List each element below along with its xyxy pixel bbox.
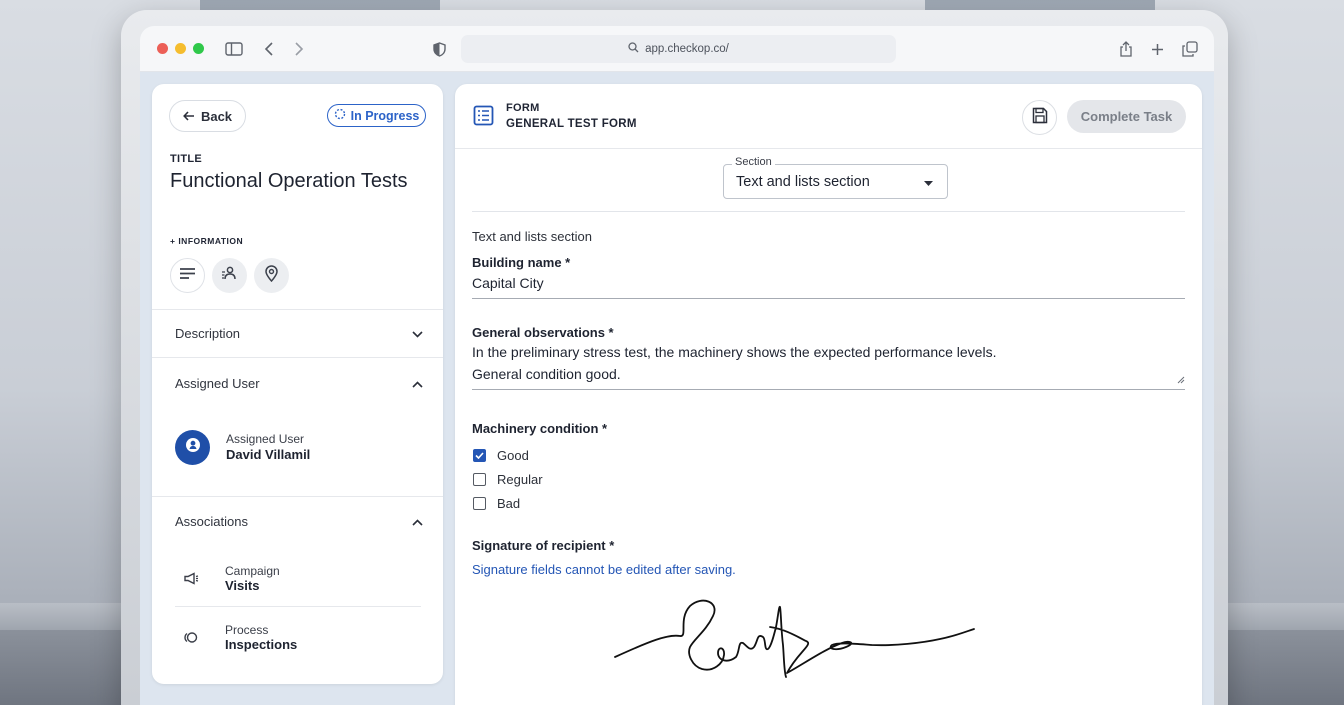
browser-toolbar: app.checkop.co/ [140, 26, 1214, 72]
associations-header: Associations [175, 514, 248, 529]
resize-handle-icon[interactable] [1177, 371, 1185, 389]
info-location-button[interactable] [254, 258, 289, 293]
lines-icon [179, 267, 196, 285]
building-name-underline [472, 298, 1185, 299]
form-panel: FORM GENERAL TEST FORM Complete Task Tex… [455, 84, 1202, 705]
chevron-down-icon [412, 326, 423, 341]
form-kind-label: FORM [506, 102, 540, 114]
associations-accordion[interactable]: Associations [175, 514, 423, 529]
checkbox[interactable] [473, 497, 486, 510]
browser-window: app.checkop.co/ Back In Progress TITLE F… [140, 26, 1214, 705]
chevron-up-icon [412, 376, 423, 391]
privacy-shield-icon[interactable] [428, 38, 450, 60]
form-icon [473, 105, 494, 131]
assigned-user-accordion[interactable]: Assigned User [175, 376, 423, 391]
assigned-user-label: Assigned User [226, 432, 305, 446]
section-select-value: Text and lists section [736, 173, 870, 190]
machinery-option-good[interactable]: Good [473, 448, 529, 463]
info-description-button[interactable] [170, 258, 205, 293]
association-campaign[interactable]: Campaign Visits [175, 564, 280, 593]
observations-line: General condition good. [472, 366, 621, 382]
machinery-option-bad[interactable]: Bad [473, 496, 520, 511]
divider [455, 148, 1202, 149]
general-observations-textarea[interactable]: In the preliminary stress test, the mach… [472, 343, 1185, 389]
process-icon [175, 631, 207, 644]
association-type: Campaign [225, 564, 280, 578]
checkbox[interactable] [473, 473, 486, 486]
option-label: Regular [497, 472, 543, 487]
back-button[interactable]: Back [169, 100, 246, 132]
section-heading: Text and lists section [472, 229, 592, 244]
divider [152, 357, 443, 358]
divider [175, 606, 421, 607]
share-icon[interactable] [1115, 38, 1137, 60]
progress-spinner-icon [334, 108, 346, 123]
assigned-user-info: Assigned User David Villamil [226, 432, 310, 462]
assigned-user-name: David Villamil [226, 447, 311, 462]
maximize-window-button[interactable] [193, 43, 204, 54]
user-list-icon [221, 266, 238, 285]
divider [472, 211, 1185, 212]
address-bar[interactable]: app.checkop.co/ [461, 35, 896, 63]
section-select[interactable]: Text and lists section [723, 164, 948, 199]
status-label: In Progress [350, 108, 420, 123]
sidebar-toggle-icon[interactable] [223, 38, 245, 60]
caret-down-icon [924, 174, 933, 190]
megaphone-icon [175, 572, 207, 585]
section-select-legend: Section [732, 156, 775, 168]
chevron-up-icon [412, 514, 423, 529]
task-details-panel: Back In Progress TITLE Functional Operat… [152, 84, 443, 684]
signature-note: Signature fields cannot be edited after … [472, 562, 736, 577]
new-tab-icon[interactable] [1146, 38, 1168, 60]
save-icon [1032, 107, 1048, 129]
status-badge: In Progress [327, 104, 426, 127]
option-label: Bad [497, 496, 521, 511]
divider [152, 496, 443, 497]
save-button[interactable] [1022, 100, 1057, 135]
minimize-window-button[interactable] [175, 43, 186, 54]
arrow-left-icon [183, 109, 195, 124]
url-text: app.checkop.co/ [645, 43, 729, 55]
description-label: Description [175, 326, 241, 341]
search-icon [628, 42, 639, 56]
general-observations-underline [472, 389, 1185, 390]
info-user-button[interactable] [212, 258, 247, 293]
avatar [175, 430, 210, 465]
machinery-option-regular[interactable]: Regular [473, 472, 543, 487]
forward-arrow-icon[interactable] [288, 38, 310, 60]
close-window-button[interactable] [157, 43, 168, 54]
association-name: Inspections [225, 637, 298, 652]
description-accordion[interactable]: Description [175, 326, 423, 341]
back-button-label: Back [200, 108, 233, 124]
assigned-user-header: Assigned User [175, 376, 260, 391]
general-observations-label: General observations * [472, 325, 614, 340]
machinery-condition-label: Machinery condition * [472, 421, 608, 436]
back-arrow-icon[interactable] [258, 38, 280, 60]
divider [152, 309, 443, 310]
association-process[interactable]: Process Inspections [175, 623, 297, 652]
complete-task-button[interactable]: Complete Task [1067, 100, 1186, 133]
association-name: Visits [225, 578, 260, 593]
title-label: TITLE [170, 153, 203, 165]
observations-line: In the preliminary stress test, the mach… [472, 344, 997, 360]
location-pin-icon [265, 264, 278, 287]
information-label: + INFORMATION [170, 236, 244, 246]
building-name-input[interactable]: Capital City [472, 275, 1185, 291]
association-type: Process [225, 623, 269, 637]
option-label: Good [497, 448, 529, 463]
task-title: Functional Operation Tests [170, 170, 408, 192]
signature-drawing [614, 599, 975, 678]
form-name: GENERAL TEST FORM [506, 118, 637, 130]
building-name-label: Building name * [472, 255, 571, 270]
checkbox-checked[interactable] [473, 449, 486, 462]
user-icon [185, 437, 201, 458]
tab-overview-icon[interactable] [1179, 38, 1201, 60]
signature-label: Signature of recipient * [472, 538, 615, 553]
